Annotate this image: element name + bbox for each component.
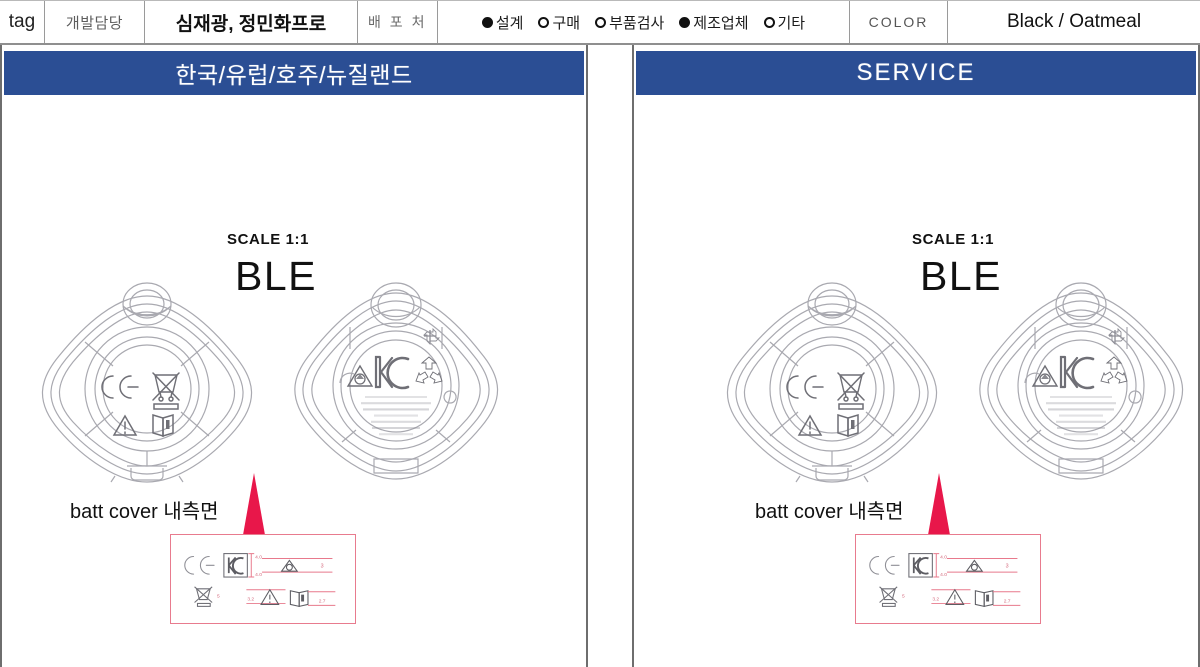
dim-rcm-left: 3 (321, 563, 324, 569)
marking-callout-box-right: 4.0 4.0 3 5 3.2 2.7 (855, 534, 1041, 624)
color-value: Black / Oatmeal (1006, 11, 1142, 32)
cell-color-header: COLOR (850, 1, 948, 43)
marking-callout-box-left: 4.0 4.0 3 5 3.2 2.7 (170, 534, 356, 624)
cell-dev-owner-names: 심재광, 정민화프로 (145, 1, 358, 43)
cell-distribution-header: 배 포 처 (358, 1, 438, 43)
radio-empty-icon (595, 16, 607, 28)
distribution-radio-label: 설계 (495, 14, 524, 32)
panel-banner-right: SERVICE (636, 51, 1196, 95)
batt-cover-label-left: batt cover 내측면 (70, 501, 219, 523)
distribution-radio-label: 부품검사 (609, 14, 665, 32)
tag-label: tag (8, 11, 36, 32)
dim-kc-left: 4.0 (255, 554, 262, 560)
distribution-radio-label: 제조업체 (693, 14, 749, 32)
dim-manual-right: 2.7 (1004, 598, 1011, 604)
cell-tag: tag (0, 1, 45, 43)
drawing-panel-left: 한국/유럽/호주/뉴질랜드 SCALE 1:1 BLE batt cover 내… (0, 45, 588, 667)
distribution-radio-4[interactable]: 기타 (763, 12, 806, 33)
dim-manual-left: 2.7 (319, 598, 326, 604)
device-drawing-back-right (965, 282, 1197, 487)
radio-filled-icon (679, 16, 691, 28)
callout-arrow-left (238, 473, 270, 535)
batt-cover-label-right: batt cover 내측면 (755, 501, 904, 523)
distribution-radio-3[interactable]: 제조업체 (679, 12, 749, 33)
scale-label-left: SCALE 1:1 (227, 231, 310, 248)
distribution-radio-0[interactable]: 설계 (481, 12, 524, 33)
document-meta-table: tag 개발담당 심재광, 정민화프로 배 포 처 설계 구매 부품검사 제조업체 기타… (0, 0, 1200, 45)
device-drawing-back-left (280, 282, 512, 487)
distribution-radio-group[interactable]: 설계 구매 부품검사 제조업체 기타 (444, 12, 843, 33)
svg-text:4.0: 4.0 (255, 572, 262, 578)
cell-color-value: Black / Oatmeal (948, 1, 1200, 43)
callout-arrow-right (923, 473, 955, 535)
distribution-label: 배 포 처 (368, 14, 427, 30)
cell-dev-owner-header: 개발담당 (45, 1, 145, 43)
drawing-panel-right: SERVICE SCALE 1:1 BLE batt cover 내측면 4.0… (632, 45, 1200, 667)
cell-distribution-options: 설계 구매 부품검사 제조업체 기타 (438, 1, 850, 43)
distribution-radio-label: 구매 (552, 14, 581, 32)
panel-banner-title-left: 한국/유럽/호주/뉴질랜드 (175, 62, 413, 88)
radio-empty-icon (763, 16, 775, 28)
distribution-radio-label: 기타 (777, 14, 806, 32)
dev-owner-names: 심재광, 정민화프로 (175, 13, 327, 35)
radio-filled-icon (481, 16, 493, 28)
distribution-radio-1[interactable]: 구매 (538, 12, 580, 33)
dim-warn-right: 3.2 (932, 597, 939, 603)
spec-sheet-page: tag 개발담당 심재광, 정민화프로 배 포 처 설계 구매 부품검사 제조업체 기타… (0, 0, 1200, 667)
panel-banner-title-right: SERVICE (856, 59, 976, 86)
distribution-radio-2[interactable]: 부품검사 (595, 12, 664, 33)
radio-empty-icon (538, 16, 550, 28)
svg-text:4.0: 4.0 (940, 572, 947, 578)
color-label: COLOR (868, 14, 929, 30)
dim-warn-left: 3.2 (247, 597, 254, 603)
dev-owner-label: 개발담당 (65, 14, 124, 32)
dim-weee-left: 5 (217, 594, 220, 600)
dim-kc-right: 4.0 (940, 554, 947, 560)
dim-rcm-right: 3 (1006, 563, 1009, 569)
dim-weee-right: 5 (902, 594, 905, 600)
scale-label-right: SCALE 1:1 (912, 231, 995, 248)
device-drawing-front-left (27, 282, 267, 490)
device-drawing-front-right (712, 282, 952, 490)
panel-banner-left: 한국/유럽/호주/뉴질랜드 (4, 51, 584, 95)
